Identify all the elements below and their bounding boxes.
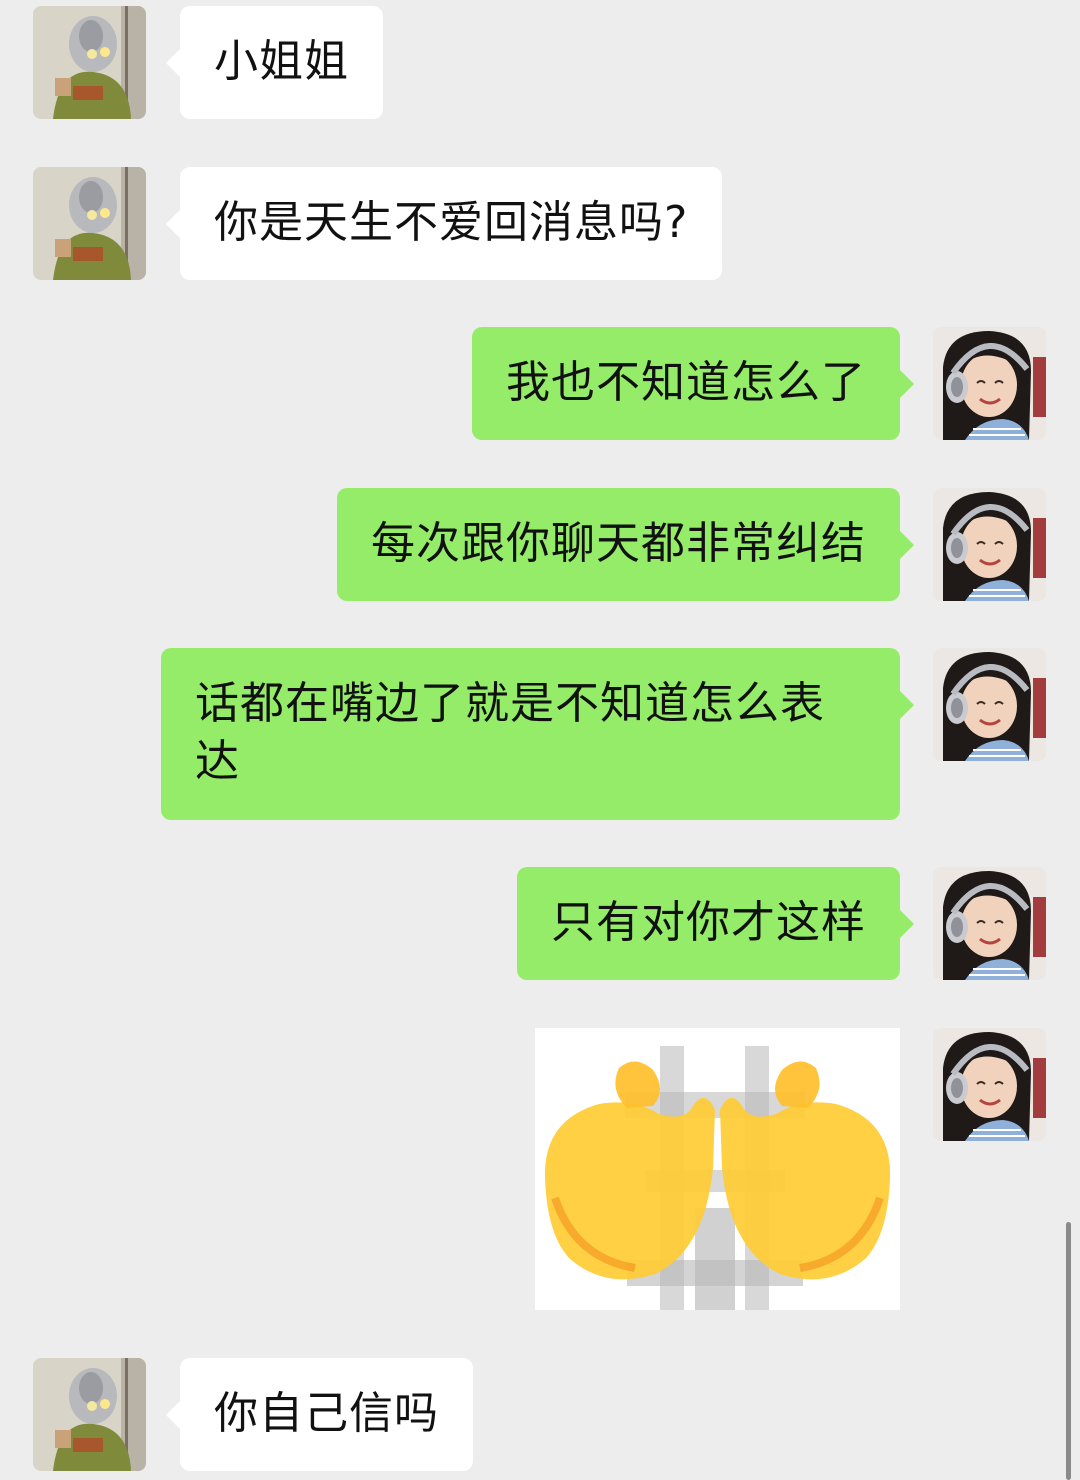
- my-avatar[interactable]: [933, 1028, 1046, 1141]
- message-bubble-incoming[interactable]: 小姐姐: [166, 6, 383, 119]
- message-text: 你自己信吗: [214, 1388, 439, 1439]
- message-text: 话都在嘴边了就是不知道怎么表达: [195, 678, 825, 787]
- contact-avatar[interactable]: [33, 167, 146, 280]
- my-avatar[interactable]: [933, 648, 1046, 761]
- message-bubble-outgoing[interactable]: 每次跟你聊天都非常纠结: [337, 488, 914, 601]
- message-bubble-incoming[interactable]: 你自己信吗: [166, 1358, 473, 1471]
- contact-avatar[interactable]: [33, 1358, 146, 1471]
- message-bubble-outgoing[interactable]: 我也不知道怎么了: [472, 327, 914, 440]
- scrollbar[interactable]: [1066, 1222, 1071, 1480]
- message-text: 只有对你才这样: [551, 897, 866, 948]
- my-avatar[interactable]: [933, 867, 1046, 980]
- cupped-hands-sticker[interactable]: [535, 1028, 900, 1310]
- message-text: 你是天生不爱回消息吗?: [214, 197, 689, 248]
- message-bubble-incoming[interactable]: 你是天生不爱回消息吗?: [165, 167, 723, 280]
- message-text: 我也不知道怎么了: [506, 357, 866, 408]
- message-bubble-outgoing[interactable]: 只有对你才这样: [517, 867, 914, 980]
- message-text: 小姐姐: [214, 36, 349, 87]
- contact-avatar[interactable]: [33, 6, 146, 119]
- my-avatar[interactable]: [933, 327, 1046, 440]
- my-avatar[interactable]: [933, 488, 1046, 601]
- message-text: 每次跟你聊天都非常纠结: [371, 518, 866, 569]
- message-bubble-outgoing[interactable]: 话都在嘴边了就是不知道怎么表达: [161, 648, 914, 820]
